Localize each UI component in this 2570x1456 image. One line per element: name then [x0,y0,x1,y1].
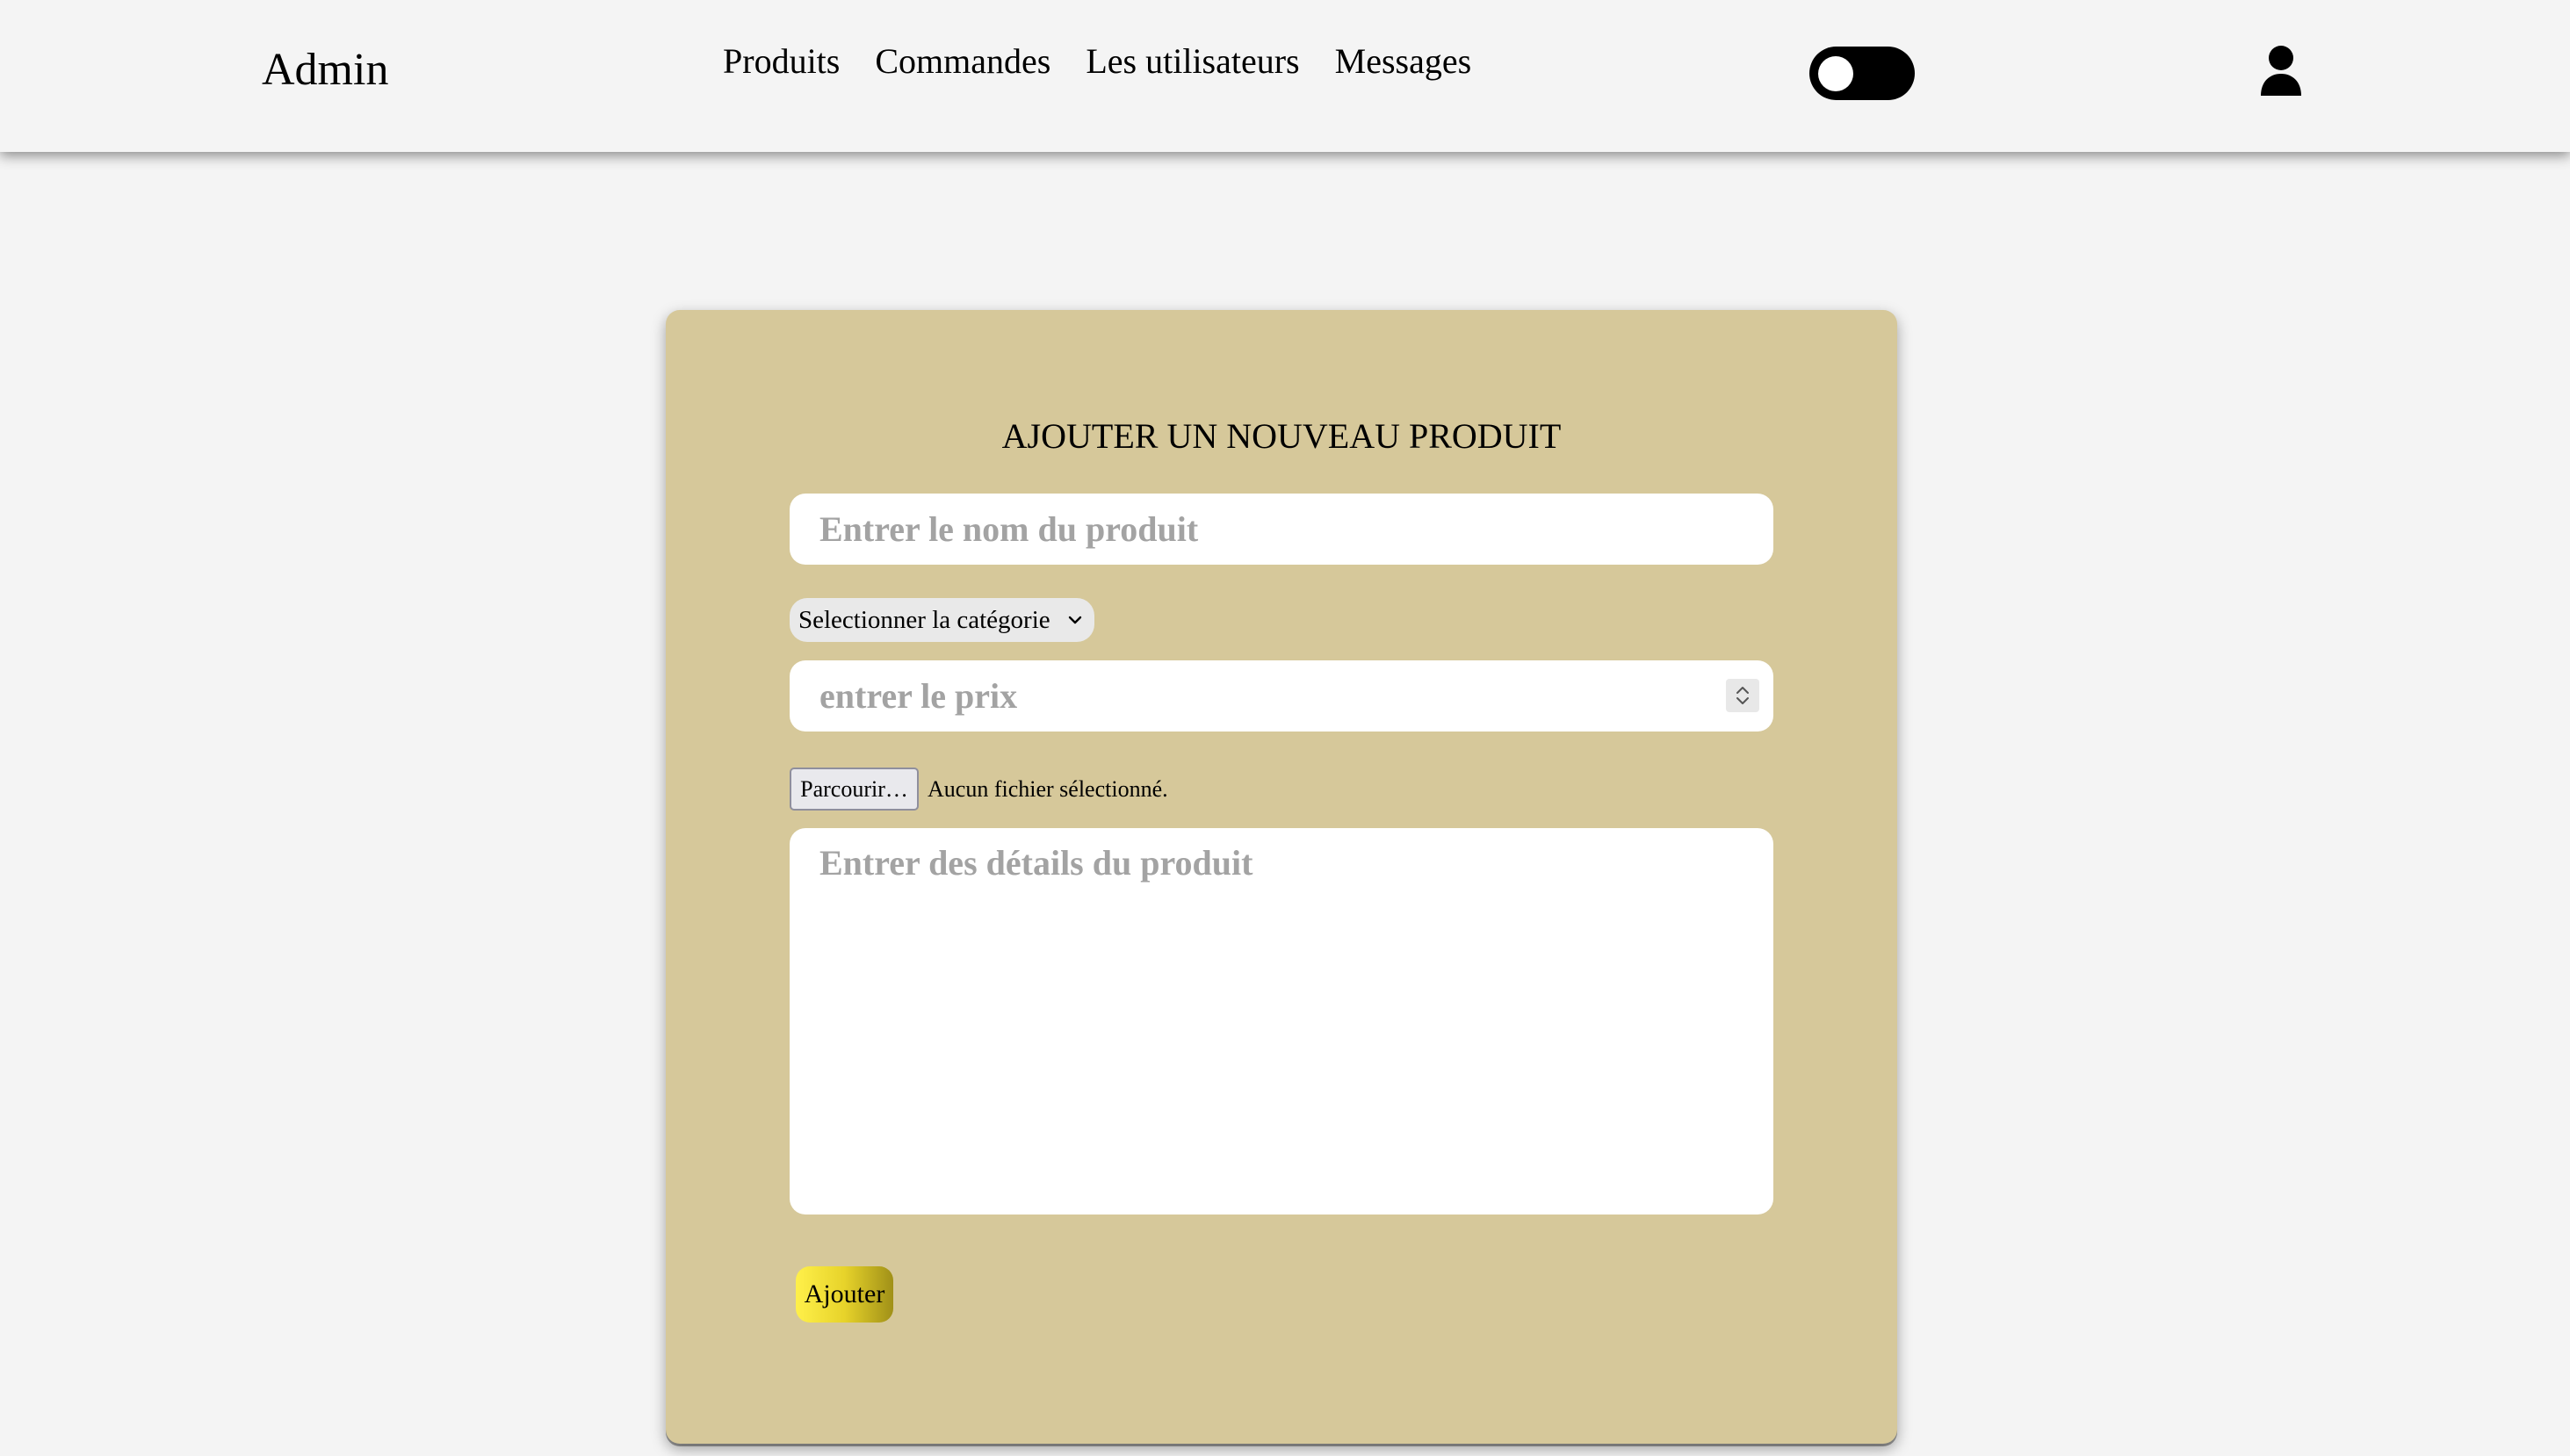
main-nav: Produits Commandes Les utilisateurs Mess… [723,35,1471,88]
chevron-down-icon [1068,616,1082,624]
form-title: AJOUTER UN NOUVEAU PRODUIT [1001,416,1562,456]
product-name-input[interactable] [790,494,1773,565]
price-field-wrapper [790,660,1773,732]
top-navbar: Admin Produits Commandes Les utilisateur… [0,0,2570,152]
category-select-value: Selectionner la catégorie [798,606,1050,634]
file-status-text: Aucun fichier sélectionné. [928,776,1168,802]
nav-link-utilisateurs[interactable]: Les utilisateurs [1086,35,1299,88]
add-product-card: AJOUTER UN NOUVEAU PRODUIT Selectionner … [666,310,1897,1444]
nav-link-messages[interactable]: Messages [1335,35,1472,88]
brand-logo[interactable]: Admin [262,42,388,98]
user-icon-svg [2261,46,2301,96]
price-input[interactable] [790,660,1773,732]
browse-file-button[interactable]: Parcourir… [790,768,919,811]
theme-toggle[interactable] [1809,47,1915,100]
add-product-button[interactable]: Ajouter [796,1266,893,1323]
nav-link-commandes[interactable]: Commandes [875,35,1050,88]
user-icon[interactable] [2259,45,2303,96]
category-select[interactable]: Selectionner la catégorie [790,598,1094,642]
toggle-knob [1818,56,1853,91]
product-details-textarea[interactable] [790,828,1773,1215]
number-spinner[interactable] [1726,679,1759,712]
nav-link-produits[interactable]: Produits [723,35,840,88]
up-down-arrows-icon [1736,687,1749,704]
